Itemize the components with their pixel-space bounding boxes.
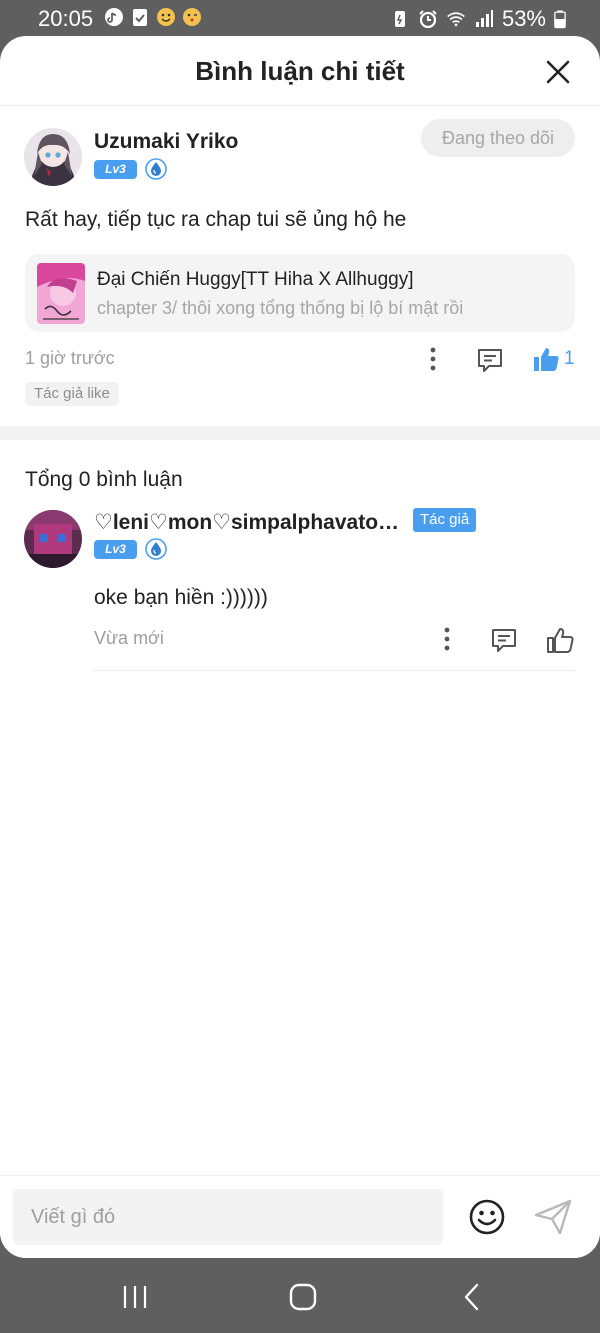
chapter-card[interactable]: Đại Chiến Huggy[TT Hiha X Allhuggy] chap…: [25, 254, 575, 332]
total-comment-count: Tổng 0 bình luận: [25, 468, 183, 491]
comment-text: Rất hay, tiếp tục ra chap tui sẽ ủng hộ …: [25, 208, 407, 231]
wifi-icon: [447, 12, 465, 27]
reply-icon[interactable]: [476, 346, 504, 374]
following-button[interactable]: Đang theo dõi: [421, 119, 575, 157]
avatar[interactable]: [24, 128, 82, 186]
comment-detail-sheet: Bình luận chi tiết Uzumaki Yriko Lv3 Đan…: [0, 36, 600, 1258]
clipboard-check-icon: [133, 9, 147, 26]
comment-time: 1 giờ trước: [25, 348, 115, 368]
like-count: 1: [564, 348, 575, 369]
like-icon[interactable]: [532, 345, 560, 373]
water-drop-badge-icon: [145, 158, 167, 180]
home-icon[interactable]: [288, 1282, 318, 1312]
comment-time: Vừa mới: [94, 628, 164, 648]
battery-percentage: 53%: [501, 6, 546, 31]
author-like-tag: Tác giả like: [25, 382, 119, 406]
sheet-header: Bình luận chi tiết: [0, 36, 600, 106]
status-bar: 20:05 53%: [0, 0, 600, 38]
sheet-title: Bình luận chi tiết: [195, 56, 405, 86]
battery-saver-icon: [394, 11, 405, 27]
author-tag: Tác giả: [413, 508, 477, 532]
avatar[interactable]: [24, 510, 82, 568]
more-options-icon[interactable]: [436, 626, 458, 652]
replies-section: Tổng 0 bình luận ♡leni♡mon♡simpalphavato…: [0, 440, 600, 1140]
level-badge: Lv3: [94, 160, 137, 179]
reply-divider: [94, 670, 575, 671]
username[interactable]: Uzumaki Yriko: [94, 130, 238, 154]
chapter-subtitle: chapter 3/ thôi xong tổng thống bị lộ bí…: [97, 298, 464, 318]
section-divider: [0, 426, 600, 440]
level-badge: Lv3: [94, 540, 137, 559]
emoji-kiss-icon: [183, 8, 201, 26]
status-time: 20:05: [38, 6, 94, 31]
alarm-icon: [419, 10, 437, 29]
battery-icon: [554, 10, 566, 29]
comment-text: oke bạn hiền :)))))): [94, 586, 268, 609]
username[interactable]: ♡leni♡mon♡simpalphavatong...: [94, 510, 406, 535]
back-icon[interactable]: [457, 1282, 487, 1312]
water-drop-badge-icon: [145, 538, 167, 560]
main-comment: Uzumaki Yriko Lv3 Đang theo dõi Rất hay,…: [0, 106, 600, 426]
close-icon[interactable]: [544, 58, 572, 86]
avatar-image: [24, 510, 82, 568]
avatar-image: [24, 128, 82, 186]
system-nav-bar: [0, 1258, 600, 1333]
emoji-icon: [157, 8, 175, 26]
comment-input-bar: [0, 1175, 600, 1258]
reply-icon[interactable]: [490, 626, 518, 654]
tiktok-icon: [105, 8, 123, 26]
status-right: 53%: [390, 6, 566, 32]
chapter-thumbnail: [37, 263, 85, 324]
comment-input[interactable]: [13, 1189, 443, 1245]
signal-icon: [475, 10, 493, 27]
notification-icons: [104, 7, 202, 27]
like-outline-icon[interactable]: [545, 625, 575, 655]
emoji-icon[interactable]: [468, 1198, 506, 1236]
more-options-icon[interactable]: [422, 346, 444, 372]
recent-apps-icon[interactable]: [120, 1282, 150, 1312]
chapter-title: Đại Chiến Huggy[TT Hiha X Allhuggy]: [97, 269, 414, 290]
send-icon[interactable]: [533, 1198, 573, 1236]
